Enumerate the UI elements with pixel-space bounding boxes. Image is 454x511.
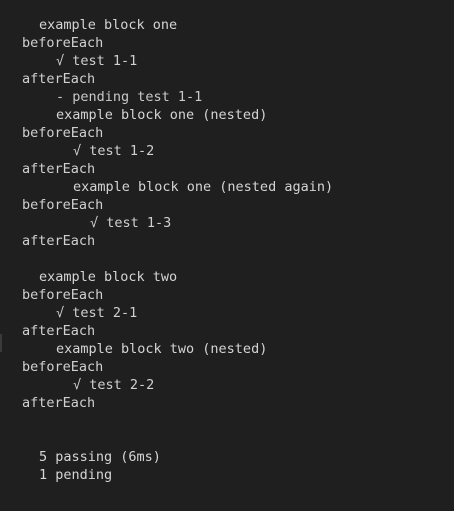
hook-line: beforeEach <box>22 287 104 303</box>
hook-line: afterEach <box>22 71 96 87</box>
hook-line: beforeEach <box>22 197 104 213</box>
test-pass-line: √ test 2-1 <box>56 305 138 321</box>
test-pass-line: √ test 1-2 <box>73 143 155 159</box>
test-pending-line: - pending test 1-1 <box>56 89 203 105</box>
hook-line: beforeEach <box>22 35 104 51</box>
hook-line: beforeEach <box>22 359 104 375</box>
hook-line: afterEach <box>22 233 96 249</box>
passing-summary: 5 passing (6ms) <box>39 449 161 465</box>
hook-line: afterEach <box>22 161 96 177</box>
suite-title: example block two <box>39 269 178 285</box>
suite-title: example block one (nested again) <box>73 179 334 195</box>
pending-summary: 1 pending <box>39 467 113 483</box>
suite-title: example block two (nested) <box>56 341 268 357</box>
test-pass-line: √ test 2-2 <box>73 377 155 393</box>
scroll-edge-marker <box>0 334 2 352</box>
hook-line: afterEach <box>22 323 96 339</box>
test-pass-line: √ test 1-3 <box>90 215 172 231</box>
terminal-output: example block one beforeEach √ test 1-1 … <box>0 0 454 511</box>
test-pass-line: √ test 1-1 <box>56 53 138 69</box>
suite-title: example block one <box>39 17 178 33</box>
hook-line: beforeEach <box>22 125 104 141</box>
suite-title: example block one (nested) <box>56 107 268 123</box>
hook-line: afterEach <box>22 395 96 411</box>
